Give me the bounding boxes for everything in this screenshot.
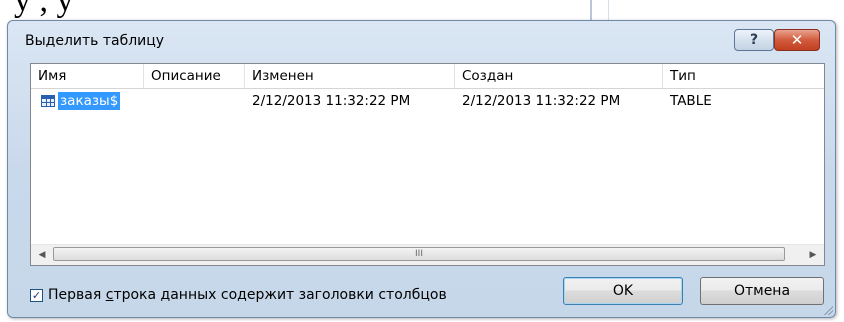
row-name-cell[interactable]: заказы$ [31, 89, 151, 113]
help-icon: ? [749, 32, 759, 48]
row-modified-cell: 2/12/2013 11:32:22 PM [252, 93, 411, 109]
row-type-cell: TABLE [670, 93, 712, 109]
scrollbar-thumb[interactable]: III [53, 247, 785, 261]
header-row-checkbox-label[interactable]: Первая строка данных содержит заголовки … [48, 287, 447, 303]
row-name-text: заказы$ [58, 92, 121, 110]
horizontal-scrollbar[interactable]: ◀ III ▶ [31, 244, 824, 265]
scrollbar-grip-icon: III [415, 249, 423, 259]
dialog-title: Выделить таблицу [25, 33, 165, 49]
table-row[interactable]: заказы$ 2/12/2013 11:32:22 PM 2/12/2013 … [31, 89, 824, 113]
table-list[interactable]: Имя Описание Изменен Создан Тип заказы$ … [30, 63, 825, 266]
scroll-right-icon[interactable]: ▶ [804, 245, 822, 264]
header-row-option[interactable]: ✓ Первая строка данных содержит заголовк… [30, 287, 447, 303]
help-button[interactable]: ? [734, 29, 774, 51]
column-header-description[interactable]: Описание [144, 64, 245, 88]
scroll-left-icon[interactable]: ◀ [33, 245, 51, 264]
column-header-name[interactable]: Имя [31, 64, 144, 88]
row-description-cell [144, 89, 151, 113]
close-icon: ✕ [790, 31, 804, 49]
checkmark-icon: ✓ [31, 288, 42, 302]
table-icon [41, 95, 55, 107]
column-header-modified[interactable]: Изменен [245, 64, 455, 88]
column-header-created[interactable]: Создан [455, 64, 663, 88]
cancel-button[interactable]: Отмена [700, 277, 824, 305]
close-button[interactable]: ✕ [774, 29, 820, 51]
column-header-type[interactable]: Тип [663, 64, 824, 88]
list-header: Имя Описание Изменен Создан Тип [31, 64, 824, 89]
title-bar: Выделить таблицу ? ✕ [8, 21, 835, 61]
row-created-cell: 2/12/2013 11:32:22 PM [462, 93, 621, 109]
resize-grip-icon[interactable] [823, 305, 833, 315]
header-row-checkbox[interactable]: ✓ [30, 288, 43, 302]
background-window-edge [590, 0, 609, 20]
background-document-text: у , у [14, 0, 74, 19]
ok-button[interactable]: OK [563, 277, 683, 305]
select-table-dialog: Выделить таблицу ? ✕ Имя Описание Измене… [7, 20, 836, 318]
